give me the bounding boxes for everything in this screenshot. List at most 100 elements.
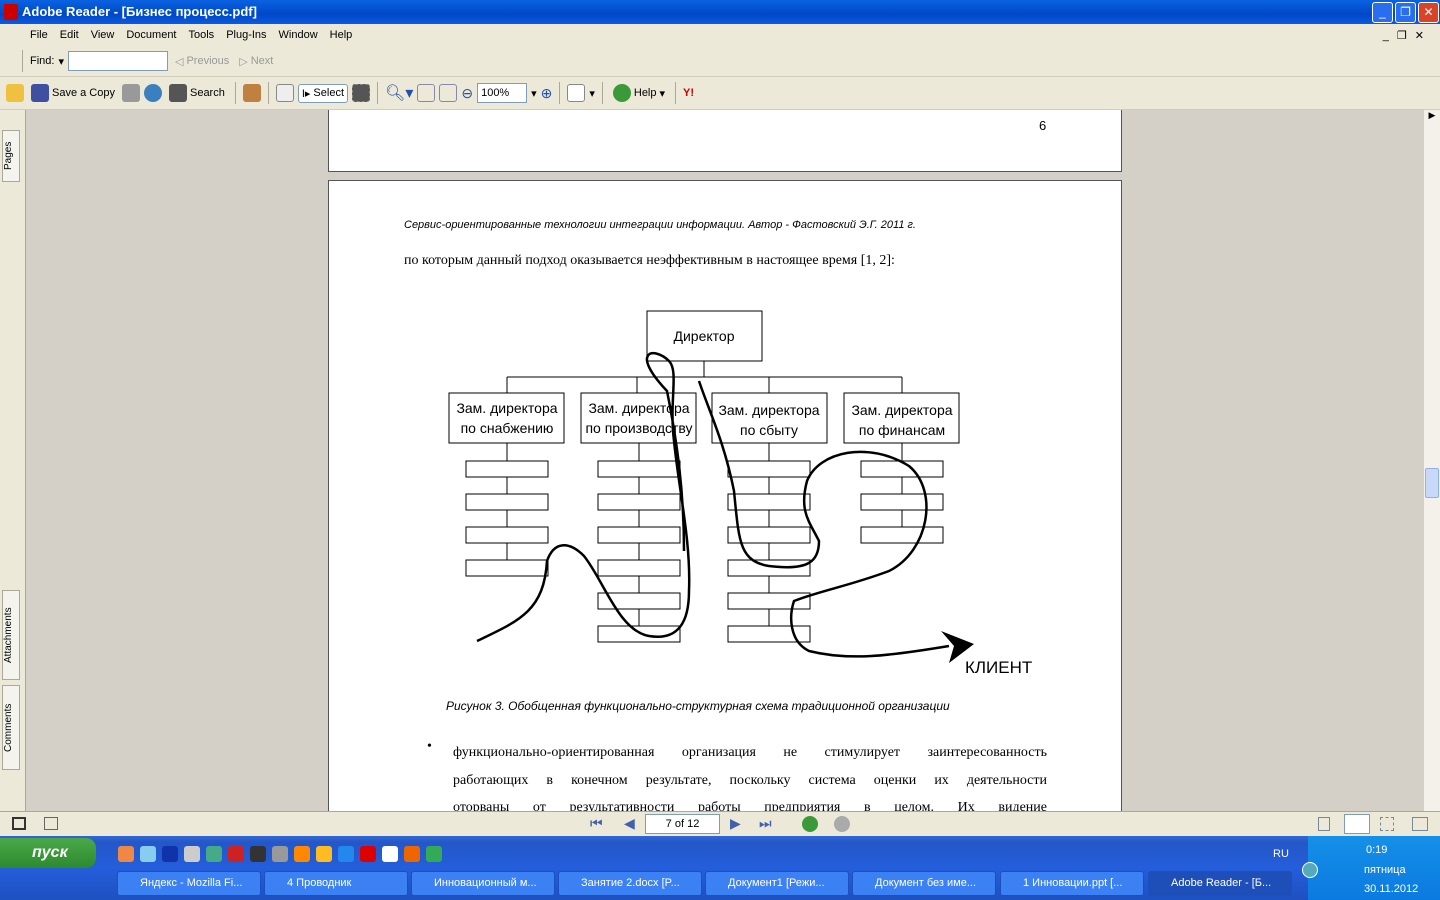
bullet-paragraph: функционально-ориентированная организаци… — [453, 745, 1047, 811]
ie-browser-icon[interactable] — [338, 846, 354, 862]
chevron-down-icon[interactable]: ▾ — [58, 55, 64, 68]
sub-unit-box — [860, 493, 944, 511]
scroll-up-icon[interactable]: ▶ — [1424, 110, 1440, 124]
zoom-in-icon[interactable]: ⊕ — [541, 85, 553, 102]
firefox-icon[interactable] — [404, 846, 420, 862]
task-word-2[interactable]: Занятие 2.docx [P... — [558, 871, 702, 896]
search-button[interactable]: Search — [166, 82, 228, 104]
expand-tray-icon[interactable] — [1302, 862, 1318, 878]
notepad-icon[interactable] — [184, 846, 200, 862]
help-button[interactable]: Help ▾ — [610, 82, 668, 104]
nav-pane-toggle-icon[interactable] — [12, 817, 26, 830]
menu-edit[interactable]: Edit — [54, 29, 85, 41]
continuous-icon[interactable] — [1344, 814, 1370, 834]
go-forward-icon[interactable] — [834, 816, 850, 832]
next-button[interactable]: ▷ Next — [236, 53, 276, 70]
print-icon[interactable] — [121, 84, 140, 102]
floppy-icon — [31, 84, 49, 102]
yahoo-icon[interactable]: Y! — [683, 87, 694, 99]
system-tray: 0:19 пятница 30.11.2012 — [1302, 836, 1440, 900]
task-powerpoint[interactable]: 1 Инновации.ppt [... — [1000, 871, 1144, 896]
email-icon[interactable] — [143, 84, 162, 102]
zoom-out-icon[interactable]: ⊖ — [461, 85, 473, 102]
utorrent-icon[interactable] — [426, 846, 442, 862]
facing-icon[interactable] — [1380, 817, 1394, 831]
next-page-icon[interactable]: ▶ — [730, 815, 741, 832]
svg-text:Зам. директора: Зам. директора — [588, 400, 689, 416]
page-number-input[interactable] — [645, 814, 720, 834]
menu-help[interactable]: Help — [324, 29, 359, 41]
media-icon[interactable] — [250, 846, 266, 862]
continuous-facing-icon[interactable] — [1412, 817, 1428, 831]
menu-view[interactable]: View — [85, 29, 121, 41]
fit-page-icon[interactable] — [417, 84, 436, 102]
ie-icon[interactable] — [140, 846, 156, 862]
start-button[interactable]: пуск — [0, 838, 96, 868]
scroll-thumb[interactable] — [1425, 468, 1439, 498]
org-diagram: Директор Зам. директора по снабжению Зам.… — [448, 310, 1032, 677]
previous-button[interactable]: ◁ Previous — [172, 53, 232, 70]
task-explorer[interactable]: 4 Проводник — [264, 871, 408, 896]
svg-text:Зам. директора: Зам. директора — [851, 402, 952, 418]
zoom-dropdown-icon[interactable]: ▾ — [531, 87, 537, 100]
clock-time[interactable]: 0:19 — [1366, 844, 1387, 856]
app-icon[interactable] — [206, 846, 222, 862]
text-cursor-icon: I▸ — [301, 87, 311, 100]
find-input[interactable] — [68, 51, 168, 71]
menu-document[interactable]: Document — [120, 29, 182, 41]
restore-button[interactable]: ❐ — [1395, 2, 1416, 23]
mail-icon[interactable] — [294, 846, 310, 862]
save-copy-button[interactable]: Save a Copy — [28, 82, 118, 104]
fit-width-icon[interactable] — [439, 84, 458, 102]
tab-pages[interactable]: Pages — [2, 130, 20, 182]
sub-unit-box — [597, 559, 681, 577]
snapshot-icon[interactable] — [352, 84, 370, 102]
last-page-icon[interactable]: ⏭ — [759, 815, 772, 832]
menu-plugins[interactable]: Plug-Ins — [220, 29, 272, 41]
doc-window-controls[interactable]: _❐✕ — [1375, 29, 1440, 42]
tab-comments[interactable]: Comments — [2, 685, 20, 770]
chrome-icon[interactable] — [118, 846, 134, 862]
vertical-scrollbar[interactable]: ▶ — [1424, 110, 1440, 811]
find-label[interactable]: Find: — [30, 55, 54, 67]
task-document[interactable]: Документ без име... — [852, 871, 996, 896]
close-button[interactable]: ✕ — [1418, 2, 1439, 23]
sub-unit-box — [727, 559, 811, 577]
rotate-view-icon[interactable] — [567, 84, 586, 102]
next-icon: ▷ — [239, 55, 248, 68]
menu-window[interactable]: Window — [273, 29, 324, 41]
tab-attachments[interactable]: Attachments — [2, 590, 20, 680]
odnoklassniki-icon[interactable] — [316, 846, 332, 862]
go-back-icon[interactable] — [802, 816, 818, 832]
page-header: Сервис-ориентированные технологии интегр… — [404, 219, 916, 231]
ebook-icon[interactable] — [242, 84, 261, 102]
zoom-in-tool-icon[interactable]: 🔍︎▾ — [385, 83, 413, 103]
task-firefox[interactable]: Яндекс - Mozilla Fi... — [117, 871, 261, 896]
previous-page-icon[interactable]: ◀ — [624, 815, 635, 832]
first-page-icon[interactable]: ⏮ — [590, 815, 603, 832]
menu-tools[interactable]: Tools — [183, 29, 221, 41]
task-word-1[interactable]: Инновационный м... — [411, 871, 555, 896]
menu-file[interactable]: File — [24, 29, 54, 41]
opera-icon[interactable] — [360, 846, 376, 862]
language-indicator[interactable]: RU — [1273, 848, 1289, 860]
sub-unit-box — [860, 526, 944, 544]
select-tool-button[interactable]: I▸ Select — [297, 83, 348, 103]
far-icon[interactable] — [162, 846, 178, 862]
zoom-input[interactable] — [477, 83, 528, 103]
window-icon[interactable] — [382, 846, 398, 862]
intro-text: по которым данный подход оказывается неэ… — [404, 253, 895, 268]
navigation-pane: Pages Attachments Comments — [0, 110, 26, 811]
computer-icon[interactable] — [272, 846, 288, 862]
open-icon[interactable] — [6, 84, 24, 102]
task-word-3[interactable]: Документ1 [Режи... — [705, 871, 849, 896]
document-view: 6 Сервис-ориентированные технологии инте… — [26, 110, 1424, 811]
acrobat-icon[interactable] — [228, 846, 244, 862]
task-adobe-reader[interactable]: Adobe Reader - [Б... — [1148, 871, 1292, 896]
page-number: 6 — [1039, 118, 1047, 133]
hand-tool-icon[interactable] — [275, 84, 294, 102]
minimize-button[interactable]: _ — [1372, 2, 1393, 23]
page-icon[interactable] — [44, 817, 58, 830]
title-bar: Adobe Reader - [Бизнес процесс.pdf] — [0, 0, 1440, 24]
single-page-icon[interactable] — [1318, 817, 1330, 831]
